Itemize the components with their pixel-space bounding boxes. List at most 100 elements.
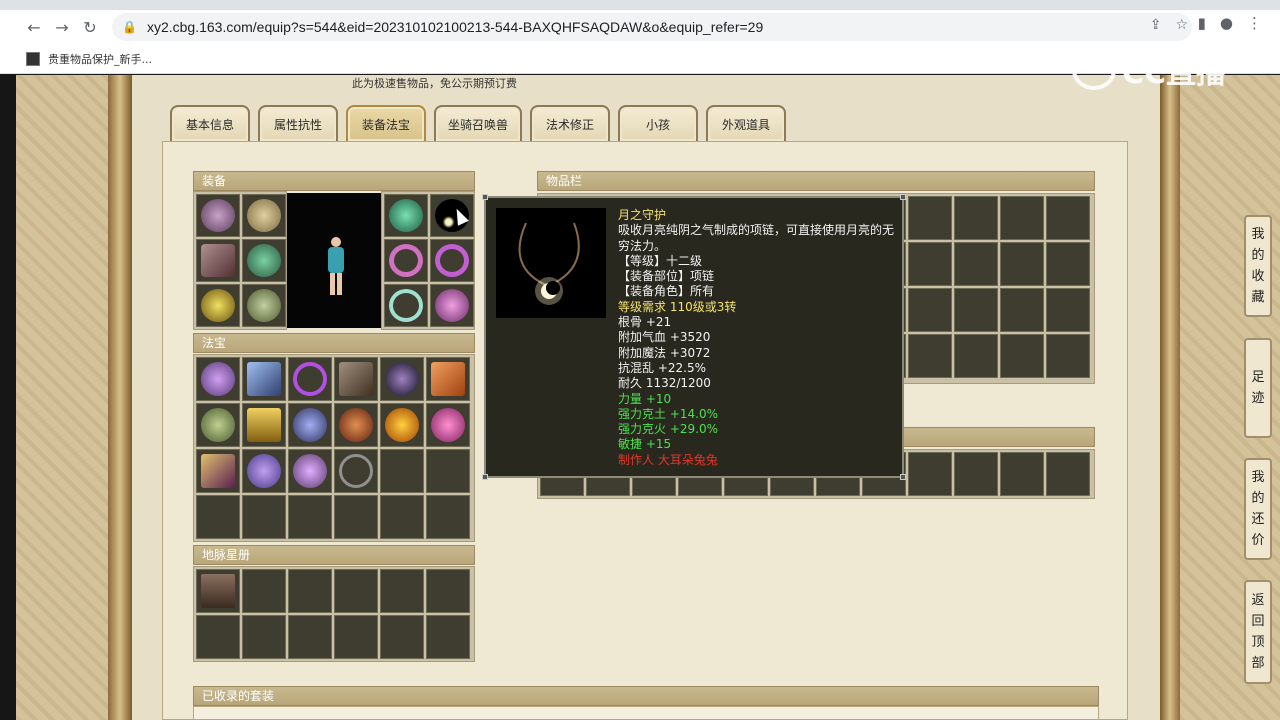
inventory-slot[interactable] [954,334,998,378]
inventory-slot[interactable] [908,334,952,378]
lock-icon[interactable]: 🔒 [122,20,137,34]
tab-basic-info[interactable]: 基本信息 [170,105,250,141]
tab-appearance[interactable]: 外观道具 [706,105,787,141]
dimai-slot-empty[interactable] [288,615,332,659]
fabao-slot[interactable] [334,403,378,447]
equip-slot-necklace[interactable] [430,194,474,237]
dimai-slot-empty[interactable] [426,569,470,613]
necklace-icon [496,208,606,318]
equip-slot-ring-2[interactable] [430,239,474,282]
secondary-slot[interactable] [908,452,952,496]
my-bargain-button[interactable]: 我 的 还 价 [1244,458,1272,560]
equip-slot-armor[interactable] [242,194,286,237]
tab-child[interactable]: 小孩 [618,105,699,141]
equip-slot-ring-1[interactable] [384,239,428,282]
section-title-inventory: 物品栏 [537,171,1095,191]
inventory-slot[interactable] [1000,334,1044,378]
fabao-slot-empty[interactable] [288,495,332,539]
dimai-slot-empty[interactable] [242,615,286,659]
item-attr: 抗混乱 +22.5% [618,360,706,375]
inventory-slot[interactable] [908,196,952,240]
inventory-slot[interactable] [1000,196,1044,240]
inventory-slot[interactable] [1000,288,1044,332]
equip-slot-hat[interactable] [384,194,428,237]
star-icon[interactable]: ☆ [1175,17,1188,33]
inventory-slot[interactable] [1046,196,1090,240]
inventory-slot[interactable] [954,196,998,240]
inventory-slot[interactable] [908,242,952,286]
equip-slot-boots[interactable] [242,284,286,327]
fabao-slot[interactable] [380,403,424,447]
fabao-book-icon [339,362,373,396]
dimai-slot-empty[interactable] [242,569,286,613]
dimai-slot-empty[interactable] [196,615,240,659]
fabao-slot[interactable] [288,357,332,401]
dimai-slot-empty[interactable] [380,615,424,659]
equip-slot-clothes[interactable] [242,239,286,282]
inventory-slot[interactable] [908,288,952,332]
secondary-slot[interactable] [1000,452,1044,496]
fabao-slot[interactable] [196,449,240,493]
equip-slot-belt[interactable] [196,284,240,327]
equip-slot-helmet[interactable] [196,194,240,237]
fabao-slot[interactable] [288,449,332,493]
history-button[interactable]: 足 迹 [1244,338,1272,438]
fabao-slot-empty[interactable] [380,449,424,493]
dimai-slot-empty[interactable] [334,569,378,613]
secondary-slot[interactable] [954,452,998,496]
share-icon[interactable]: ⇪ [1150,17,1162,33]
tab-equipment[interactable]: 装备法宝 [346,105,426,141]
fabao-slot-empty[interactable] [380,495,424,539]
fabao-slot[interactable] [196,357,240,401]
equip-slot-bracelet[interactable] [384,284,428,327]
fabao-slot[interactable] [242,357,286,401]
fabao-slot[interactable] [426,357,470,401]
fabao-slot[interactable] [288,403,332,447]
fabao-slot[interactable] [242,403,286,447]
side-char: 收 [1251,269,1265,284]
fabao-slot-empty[interactable] [196,495,240,539]
fabao-slot-empty[interactable] [426,495,470,539]
inventory-slot[interactable] [1046,288,1090,332]
inventory-slot[interactable] [954,288,998,332]
fabao-slot[interactable] [426,403,470,447]
profile-icon[interactable]: ● [1220,14,1233,32]
fabao-slot[interactable] [380,357,424,401]
inventory-slot[interactable] [1046,334,1090,378]
back-icon[interactable]: ← [20,13,48,41]
dimai-slot-empty[interactable] [288,569,332,613]
menu-icon[interactable]: ⋮ [1247,14,1262,32]
forward-icon[interactable]: → [48,13,76,41]
equip-slot-weapon[interactable] [196,239,240,282]
item-bonus-attr: 力量 +10 [618,391,672,406]
fabao-slot[interactable] [196,403,240,447]
inventory-slot[interactable] [954,242,998,286]
fabao-slot-empty[interactable] [242,495,286,539]
tab-spell-mod[interactable]: 法术修正 [530,105,611,141]
reload-icon[interactable]: ↻ [76,13,104,41]
fabao-slot-empty[interactable] [334,495,378,539]
bookmark-item[interactable]: 贵重物品保护_新手... [48,51,152,67]
tab-mounts-pets[interactable]: 坐骑召唤兽 [434,105,523,141]
dimai-slot[interactable] [196,569,240,613]
back-to-top-button[interactable]: 返 回 顶 部 [1244,580,1272,684]
favorites-button[interactable]: 我 的 收 藏 [1244,215,1272,317]
equip-slot-orb[interactable] [430,284,474,327]
side-char: 顶 [1251,635,1265,650]
item-attr: 附加魔法 +3072 [618,345,711,360]
fabao-slot[interactable] [334,449,378,493]
inventory-slot[interactable] [1046,242,1090,286]
dimai-slot-empty[interactable] [334,615,378,659]
watermark-logo-icon [1072,50,1116,90]
dimai-slot-empty[interactable] [426,615,470,659]
tab-attributes[interactable]: 属性抗性 [258,105,338,141]
fabao-slot[interactable] [242,449,286,493]
dimai-slot-empty[interactable] [380,569,424,613]
fabao-whisk-icon [293,454,327,488]
url-field[interactable]: 🔒 xy2.cbg.163.com/equip?s=544&eid=202310… [112,13,1192,41]
sidebar-icon[interactable]: ▮ [1198,14,1206,32]
secondary-slot[interactable] [1046,452,1090,496]
inventory-slot[interactable] [1000,242,1044,286]
fabao-slot[interactable] [334,357,378,401]
fabao-slot-empty[interactable] [426,449,470,493]
